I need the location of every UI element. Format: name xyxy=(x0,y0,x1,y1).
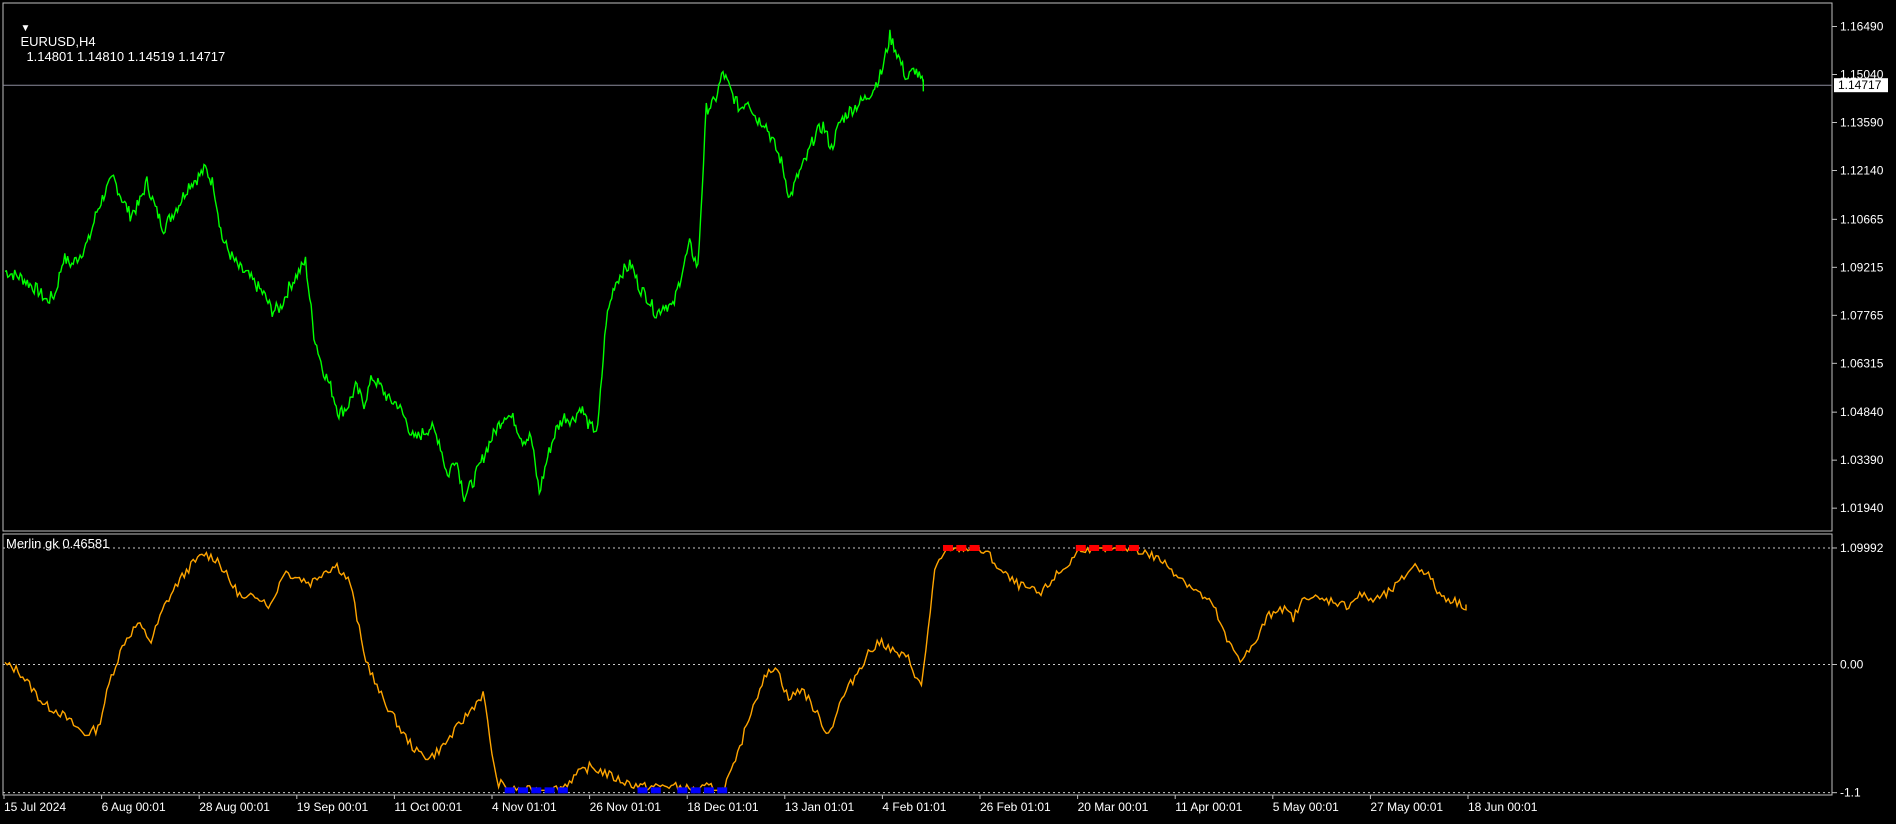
oversold-marker xyxy=(637,787,648,794)
overbought-marker xyxy=(1128,544,1139,551)
oversold-marker xyxy=(703,787,714,794)
time-tick-label: 11 Oct 00:01 xyxy=(394,800,462,814)
oversold-marker xyxy=(544,787,555,794)
time-tick-label: 15 Jul 2024 xyxy=(4,800,66,814)
time-tick-label: 20 Mar 00:01 xyxy=(1078,800,1149,814)
symbol-timeframe: EURUSD,H4 xyxy=(20,34,96,49)
current-price-label: 1.14717 xyxy=(1838,78,1882,92)
overbought-marker xyxy=(956,544,967,551)
mt4-chart-window[interactable]: 1.16490 1.15040 1.13590 1.12140 1.10665 1.092… xyxy=(0,0,1896,820)
overbought-marker xyxy=(1102,544,1113,551)
time-tick-label: 28 Aug 00:01 xyxy=(199,800,270,814)
time-tick-label: 26 Nov 01:01 xyxy=(590,800,662,814)
indicator-tick-label: -1.1 xyxy=(1840,786,1861,800)
price-panel-frame xyxy=(2,2,1833,532)
indicator-panel-frame xyxy=(2,533,1833,796)
price-tick-label: 1.03390 xyxy=(1840,453,1884,467)
price-series-line xyxy=(4,29,924,502)
time-tick-label: 26 Feb 01:01 xyxy=(980,800,1051,814)
time-tick-label: 6 Aug 00:01 xyxy=(102,800,166,814)
oversold-marker xyxy=(650,787,661,794)
indicator-tick-label: 0.00 xyxy=(1840,658,1864,672)
price-tick-label: 1.16490 xyxy=(1840,20,1884,34)
price-tick-label: 1.07765 xyxy=(1840,308,1884,322)
price-tick-label: 1.10665 xyxy=(1840,212,1884,226)
time-tick-label: 13 Jan 01:01 xyxy=(785,800,855,814)
indicator-tick-label: 1.09992 xyxy=(1840,541,1884,555)
chart-title: ▼ EURUSD,H4 1.14801 1.14810 1.14519 1.14… xyxy=(6,4,225,79)
oversold-marker xyxy=(504,787,515,794)
indicator-series-line xyxy=(4,546,1467,792)
overbought-marker xyxy=(969,544,980,551)
time-tick-label: 4 Feb 01:01 xyxy=(882,800,946,814)
overbought-marker xyxy=(943,544,954,551)
overbought-marker xyxy=(1115,544,1126,551)
time-tick-label: 18 Dec 01:01 xyxy=(687,800,759,814)
ohlc-values: 1.14801 1.14810 1.14519 1.14717 xyxy=(26,49,226,64)
price-tick-label: 1.04840 xyxy=(1840,405,1884,419)
time-tick-label: 5 May 00:01 xyxy=(1273,800,1339,814)
oversold-marker xyxy=(677,787,688,794)
price-tick-label: 1.09215 xyxy=(1840,260,1884,274)
indicator-label: Merlin gk 0.46581 xyxy=(6,536,110,551)
dropdown-triangle-icon[interactable]: ▼ xyxy=(20,23,30,34)
time-tick-label: 27 May 00:01 xyxy=(1370,800,1443,814)
oversold-marker xyxy=(557,787,568,794)
price-tick-label: 1.01940 xyxy=(1840,501,1884,515)
time-tick-label: 18 Jun 00:01 xyxy=(1468,800,1538,814)
overbought-marker xyxy=(1075,544,1086,551)
chart-canvas[interactable]: 1.164901.150401.135901.121401.106651.092… xyxy=(0,0,1896,820)
overbought-marker xyxy=(1089,544,1100,551)
oversold-marker xyxy=(517,787,528,794)
price-tick-label: 1.06315 xyxy=(1840,356,1884,370)
price-tick-label: 1.13590 xyxy=(1840,116,1884,130)
oversold-marker xyxy=(690,787,701,794)
price-tick-label: 1.12140 xyxy=(1840,164,1884,178)
time-tick-label: 4 Nov 01:01 xyxy=(492,800,557,814)
time-tick-label: 19 Sep 00:01 xyxy=(297,800,369,814)
oversold-marker xyxy=(717,787,728,794)
time-tick-label: 11 Apr 00:01 xyxy=(1175,800,1242,814)
oversold-marker xyxy=(531,787,542,794)
